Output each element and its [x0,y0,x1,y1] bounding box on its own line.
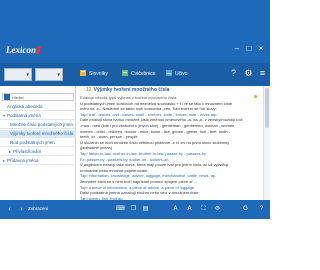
search-text: Hledat [12,95,24,100]
sidebar-item-label: Výjimky tvoření množného čísla [10,131,74,136]
app-window: Lexicon – □ × ▾ ▾ Slovníky Cvičebnice Uč… [0,0,270,270]
lesson-number: 12 [86,87,92,93]
text-line: Jednotné číslo se s nimi tvoří například… [80,179,197,184]
sidebar-item[interactable]: ▸ Přivlastňování [0,148,76,156]
search-field[interactable]: Hledat [2,93,74,101]
google-icon[interactable]: G [240,204,251,215]
example-line: Tap! leaf - leaves, calf - calves, shelf… [80,111,218,117]
text-line: (podstatné jméno) [80,145,113,151]
lesson-title: 12 Výjimky tvoření množného čísla [86,87,169,93]
book-icon [80,70,86,76]
text-line: U podstatných jmen končících na neznělou… [80,100,232,106]
minimize-icon[interactable]: – [232,44,242,54]
exercise-icon [122,70,128,76]
scrollbar-thumb[interactable] [265,88,269,128]
text-line: Existuje několik typů výjimek z tvoření … [80,95,178,100]
title-bar: Lexicon – □ × [0,0,270,63]
text-line: U složenin se tvoří množné číslo většino… [80,139,230,145]
language-dropdown-1[interactable]: ▾ [4,68,32,81]
language-dropdown-2[interactable]: ▾ [35,68,63,81]
example-line: Tap! a piece of information, a piece of … [80,184,195,190]
close-icon[interactable]: × [256,44,266,54]
help-icon[interactable]: ? [228,68,239,79]
help-icon[interactable]: ? [256,204,267,215]
text-line: women - child - children, mouse - mice, … [80,128,231,134]
learn-icon [166,70,172,76]
example-line: Tap! information, knowledge, advice, lug… [80,173,217,179]
search-icon [4,94,10,100]
settings-icon[interactable]: ⚙ [243,68,254,79]
text-line: V anglickém existují také slova, která m… [80,162,229,168]
fullscreen-icon[interactable]: ⛶ [198,204,209,215]
forward-icon[interactable]: › [16,204,27,215]
logo-mark [35,46,42,54]
example-line: Tap! father-in-law, mother-in-law, broth… [80,151,207,156]
dictionaries-button[interactable]: Slovníky [80,70,108,79]
chevron-down-icon: ▾ [26,72,29,78]
settings-icon[interactable]: ⚙ [212,204,223,215]
sidebar-item-label: Rod podstatných jmen [10,140,55,145]
maximize-icon[interactable]: □ [244,44,254,54]
text-line: mění na -v-. Následně se takto tvoří kon… [80,106,217,112]
example-line: Ex: passer-by - passers-by, looker-on - … [80,156,169,162]
sidebar-item[interactable]: ▾ Podstatná jména [0,112,76,120]
sidebar-item-label: Podstatná jména [7,113,41,118]
exercises-button[interactable]: Cvičebnice [122,70,155,79]
sidebar-item[interactable]: Anglická abeceda [0,103,76,111]
font-smaller-icon[interactable]: A [170,204,181,215]
bottom-toolbar: ‹ › Zobrazení ⌨ ❐ ▤ A A ⛶ ⚙ G ? [0,200,270,219]
sidebar-item[interactable]: ▸ Přídavná jména [0,157,76,165]
text-line: Dále existují slova tvořící množné číslo… [80,117,243,123]
font-larger-icon[interactable]: A [184,204,195,215]
text-line: Další podstatná jména označují souhrn ne… [80,190,200,196]
learning-button[interactable]: Učivo [166,70,188,79]
text-line: teeth, ox - oxen, person - people [80,134,138,140]
paste-icon[interactable]: ▤ [140,204,151,215]
vertical-scrollbar[interactable] [263,86,270,214]
chevron-down-icon: ▾ [57,72,60,78]
exercises-label: Cvičebnice [131,71,156,77]
learning-label: Učivo [175,71,188,77]
app-logo: Lexicon [6,45,42,55]
sidebar-item-selected[interactable]: Výjimky tvoření množného čísla [0,130,76,138]
text-line: -man : men (lidé i pro zkrácení u jiných… [80,123,236,128]
sidebar-item[interactable]: Množné číslo podstatných jmen [0,121,76,129]
sidebar-item[interactable]: Rod podstatných jmen [0,139,76,147]
sidebar-item-label: Přídavná jména [7,158,39,163]
copy-icon[interactable]: ❐ [128,204,139,215]
sidebar-item-label: Přivlastňování [13,149,42,154]
lesson-content: 12 Výjimky tvoření množného čísla Existuj… [77,86,263,214]
text-line: hromadné nebo množné pojmenování: [80,167,149,173]
sidebar-item-label: Anglická abeceda [7,104,43,109]
back-icon[interactable]: ‹ [4,204,15,215]
lesson-title-text: Výjimky tvoření množného čísla [93,87,170,93]
dictionaries-label: Slovníky [89,71,108,77]
sidebar-item-label: Množné číslo podstatných jmen [10,122,74,127]
view-label: Zobrazení [28,206,49,211]
menu-icon[interactable]: ≡ [257,68,268,79]
keyboard-icon[interactable]: ⌨ [115,204,126,215]
topics-sidebar: Hledat Anglická abeceda ▾ Podstatná jména… [0,86,76,216]
toolbar: ▾ ▾ Slovníky Cvičebnice Učivo ? ⚙ ≡ [0,63,270,86]
